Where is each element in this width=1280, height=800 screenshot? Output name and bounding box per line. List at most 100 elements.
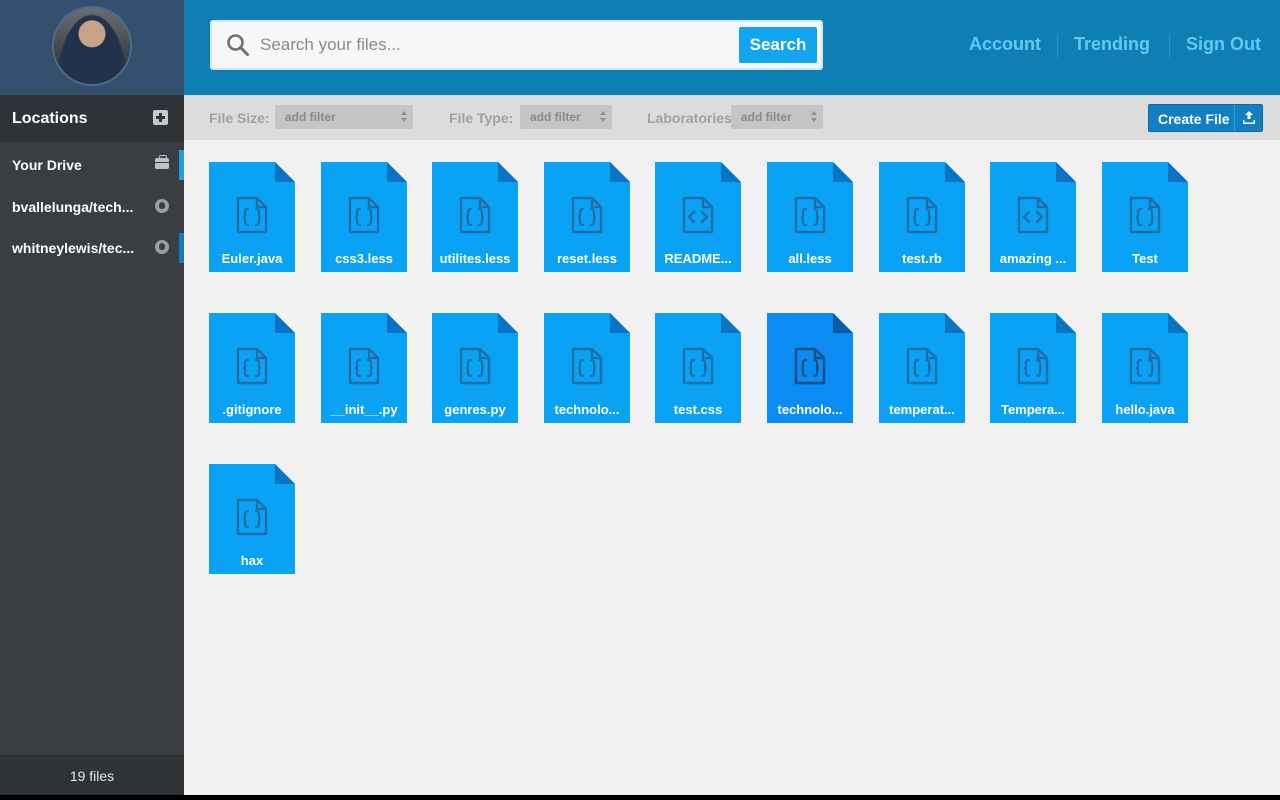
file-type-label: File Type: [449, 110, 514, 126]
braces-icon [348, 196, 380, 234]
sidebar-item-bvallelunga[interactable]: bvallelunga/tech... [0, 192, 184, 222]
file-tile[interactable]: Test [1102, 162, 1188, 272]
braces-icon [459, 196, 491, 234]
braces-icon [236, 347, 268, 385]
file-name: Tempera... [1000, 402, 1066, 417]
locations-title: Locations [12, 110, 88, 127]
file-name: technolo... [777, 402, 843, 417]
file-name: __init__.py [330, 402, 398, 417]
file-tile[interactable]: test.css [655, 313, 741, 423]
file-name: Euler.java [221, 251, 283, 266]
sidebar-item-whitneylewis[interactable]: whitneylewis/tec... [0, 233, 184, 263]
nav-sign-out[interactable]: Sign Out [1186, 34, 1261, 58]
file-name: all.less [788, 251, 832, 266]
laboratories-select-value: add filter [741, 110, 792, 124]
sidebar-footer: 19 files [0, 755, 184, 795]
braces-icon [236, 196, 268, 234]
profile-area [0, 0, 184, 95]
file-tile[interactable]: amazing ... [990, 162, 1076, 272]
create-file-button[interactable]: Create File [1148, 104, 1263, 132]
laboratories-label: Laboratories: [647, 110, 737, 126]
sidebar-item-label: Your Drive [12, 157, 82, 173]
search-box: Search [210, 20, 823, 70]
github-icon [155, 240, 169, 254]
add-location-icon[interactable] [153, 110, 168, 125]
file-name: hello.java [1115, 402, 1175, 417]
briefcase-icon [155, 155, 169, 169]
file-tile[interactable]: __init__.py [321, 313, 407, 423]
locations-header: Locations [0, 95, 184, 142]
nav-separator [1169, 34, 1170, 58]
braces-icon [906, 347, 938, 385]
braces-icon [571, 347, 603, 385]
nav-account[interactable]: Account [969, 34, 1041, 58]
braces-icon [906, 196, 938, 234]
sidebar-item-your-drive[interactable]: Your Drive [0, 150, 184, 180]
file-name: amazing ... [999, 251, 1067, 266]
select-arrows-icon [811, 110, 817, 124]
file-tile[interactable]: Tempera... [990, 313, 1076, 423]
file-tile[interactable]: .gitignore [209, 313, 295, 423]
braces-icon [794, 196, 826, 234]
braces-icon [348, 347, 380, 385]
file-size-select[interactable]: add filter [275, 105, 413, 129]
sidebar-item-label: bvallelunga/tech... [12, 199, 134, 215]
braces-icon [1129, 347, 1161, 385]
file-tile[interactable]: utilites.less [432, 162, 518, 272]
file-name: reset.less [557, 251, 617, 266]
search-button[interactable]: Search [739, 27, 817, 63]
file-tile[interactable]: temperat... [879, 313, 965, 423]
file-tile[interactable]: reset.less [544, 162, 630, 272]
braces-icon [236, 498, 268, 536]
file-tile[interactable]: hax [209, 464, 295, 574]
file-name: hax [240, 553, 264, 568]
file-type-select-value: add filter [530, 110, 581, 124]
nav-trending[interactable]: Trending [1074, 34, 1150, 58]
search-icon [227, 34, 249, 56]
file-type-select[interactable]: add filter [520, 105, 612, 129]
avatar[interactable] [52, 6, 132, 86]
file-name: css3.less [335, 251, 393, 266]
file-tile[interactable]: all.less [767, 162, 853, 272]
file-name: technolo... [554, 402, 620, 417]
file-tile[interactable]: technolo... [767, 313, 853, 423]
code-icon [1017, 196, 1049, 234]
file-name: temperat... [889, 402, 955, 417]
file-name: test.css [673, 402, 723, 417]
file-name: README... [664, 251, 732, 266]
file-tile[interactable]: test.rb [879, 162, 965, 272]
select-arrows-icon [401, 110, 407, 124]
github-icon [155, 199, 169, 213]
braces-icon [571, 196, 603, 234]
create-file-label: Create File [1158, 111, 1230, 127]
file-size-select-value: add filter [285, 110, 336, 124]
braces-icon [459, 347, 491, 385]
file-tile[interactable]: README... [655, 162, 741, 272]
file-tile[interactable]: technolo... [544, 313, 630, 423]
upload-icon [1243, 111, 1255, 124]
file-tile[interactable]: genres.py [432, 313, 518, 423]
nav-separator [1057, 34, 1058, 58]
app-window: Locations Your Drive bvallelunga/tech...… [0, 0, 1280, 795]
top-header: Search Account Trending Sign Out [184, 0, 1280, 95]
file-tile[interactable]: Euler.java [209, 162, 295, 272]
braces-icon [1129, 196, 1161, 234]
sidebar-item-label: whitneylewis/tec... [12, 240, 135, 256]
file-name: utilites.less [439, 251, 511, 266]
file-grid: Euler.java css3.less utilites.less reset.le… [184, 140, 1280, 795]
braces-icon [1017, 347, 1049, 385]
file-name: genres.py [444, 402, 506, 417]
laboratories-select[interactable]: add filter [731, 105, 823, 129]
file-name: Test [1132, 251, 1158, 266]
braces-icon [794, 347, 826, 385]
filter-bar: File Size: add filter File Type: add fil… [184, 95, 1280, 140]
select-arrows-icon [600, 110, 606, 124]
search-input[interactable] [260, 30, 730, 60]
file-tile[interactable]: hello.java [1102, 313, 1188, 423]
code-icon [682, 196, 714, 234]
file-count: 19 files [69, 768, 115, 784]
file-size-label: File Size: [209, 110, 270, 126]
sidebar: Locations Your Drive bvallelunga/tech...… [0, 0, 184, 795]
file-tile[interactable]: css3.less [321, 162, 407, 272]
file-name: .gitignore [222, 402, 282, 417]
